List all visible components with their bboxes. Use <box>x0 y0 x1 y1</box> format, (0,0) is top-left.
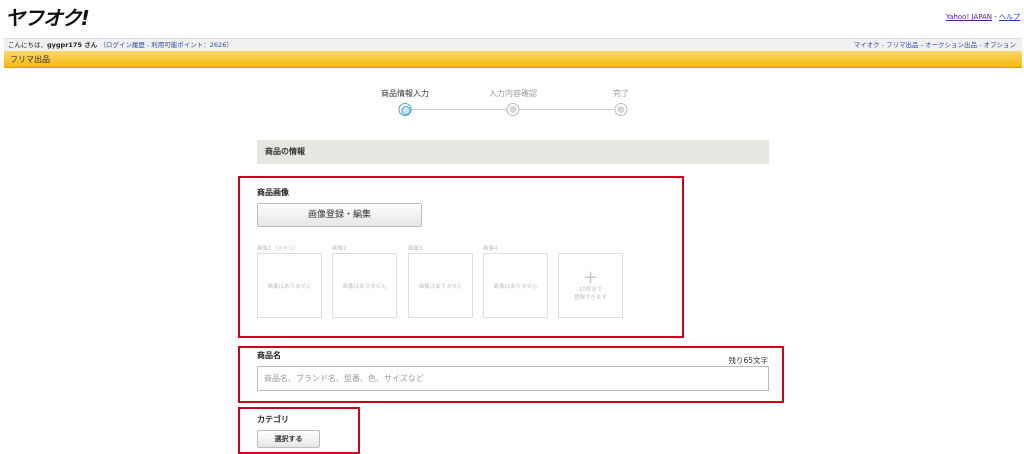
page-title-bar: フリマ出品 <box>4 51 1022 68</box>
plus-icon: + <box>582 266 599 288</box>
add-image-text-1: 10枚まで <box>578 286 603 293</box>
product-name-input[interactable] <box>257 366 769 391</box>
greeting-text: こんにちは、 <box>8 41 47 49</box>
user-bar: こんにちは、gygpr175 さん （ログイン履歴 - 利用可能ポイント：262… <box>4 38 1022 51</box>
image-slot-empty-text: 画像はありません <box>493 283 538 290</box>
top-links: Yahoo! JAPAN - ヘルプ <box>946 12 1020 22</box>
username: gygpr175 さん <box>47 41 98 49</box>
user-nav-links[interactable]: マイオク - フリマ出品 - オークション出品 - オプション <box>854 39 1016 51</box>
help-link[interactable]: ヘルプ <box>999 13 1020 21</box>
image-slot-empty-text: 画像はありません <box>418 283 463 290</box>
remaining-characters: 残り65文字 <box>728 356 768 365</box>
image-slot-label-1: 画像1（メイン） <box>257 246 299 252</box>
image-slot-label-3: 画像3 <box>408 246 423 252</box>
section-header: 商品の情報 <box>257 140 769 164</box>
image-slot-4[interactable]: 画像はありません <box>483 253 548 318</box>
user-greeting: こんにちは、gygpr175 さん （ログイン履歴 - 利用可能ポイント：262… <box>8 41 233 49</box>
image-slot-empty-text: 画像はありません <box>342 283 387 290</box>
product-name-label: 商品名 <box>257 351 281 360</box>
yahoo-japan-link[interactable]: Yahoo! JAPAN <box>946 13 992 21</box>
step-label-input: 商品情報入力 <box>381 89 429 98</box>
step-dot-done <box>614 103 628 116</box>
image-slot-label-4: 画像4 <box>483 246 498 252</box>
step-dot-confirm <box>506 103 520 116</box>
image-slot-label-2: 画像2 <box>332 246 347 252</box>
add-image-text-2: 登録できます <box>573 294 607 301</box>
top-links-separator: - <box>992 13 999 21</box>
image-register-button[interactable]: 画像登録・編集 <box>257 203 422 227</box>
category-label: カテゴリ <box>257 415 289 424</box>
progress-steps: 商品情報入力 入力内容確認 完了 <box>370 88 635 120</box>
user-account-links[interactable]: （ログイン履歴 - 利用可能ポイント：2626） <box>99 41 233 49</box>
step-dot-input <box>398 103 412 116</box>
category-select-button[interactable]: 選択する <box>257 430 320 448</box>
logo[interactable]: ヤフオク! <box>5 2 90 31</box>
image-slot-3[interactable]: 画像はありません <box>408 253 473 318</box>
image-slot-2[interactable]: 画像はありません <box>332 253 397 318</box>
add-image-slot[interactable]: + 10枚まで 登録できます <box>558 253 623 318</box>
step-label-confirm: 入力内容確認 <box>489 89 537 98</box>
image-slot-1[interactable]: 画像はありません <box>257 253 322 318</box>
step-label-done: 完了 <box>613 89 629 98</box>
images-label: 商品画像 <box>257 188 289 197</box>
image-slot-empty-text: 画像はありません <box>267 283 312 290</box>
page-title: フリマ出品 <box>10 55 50 64</box>
